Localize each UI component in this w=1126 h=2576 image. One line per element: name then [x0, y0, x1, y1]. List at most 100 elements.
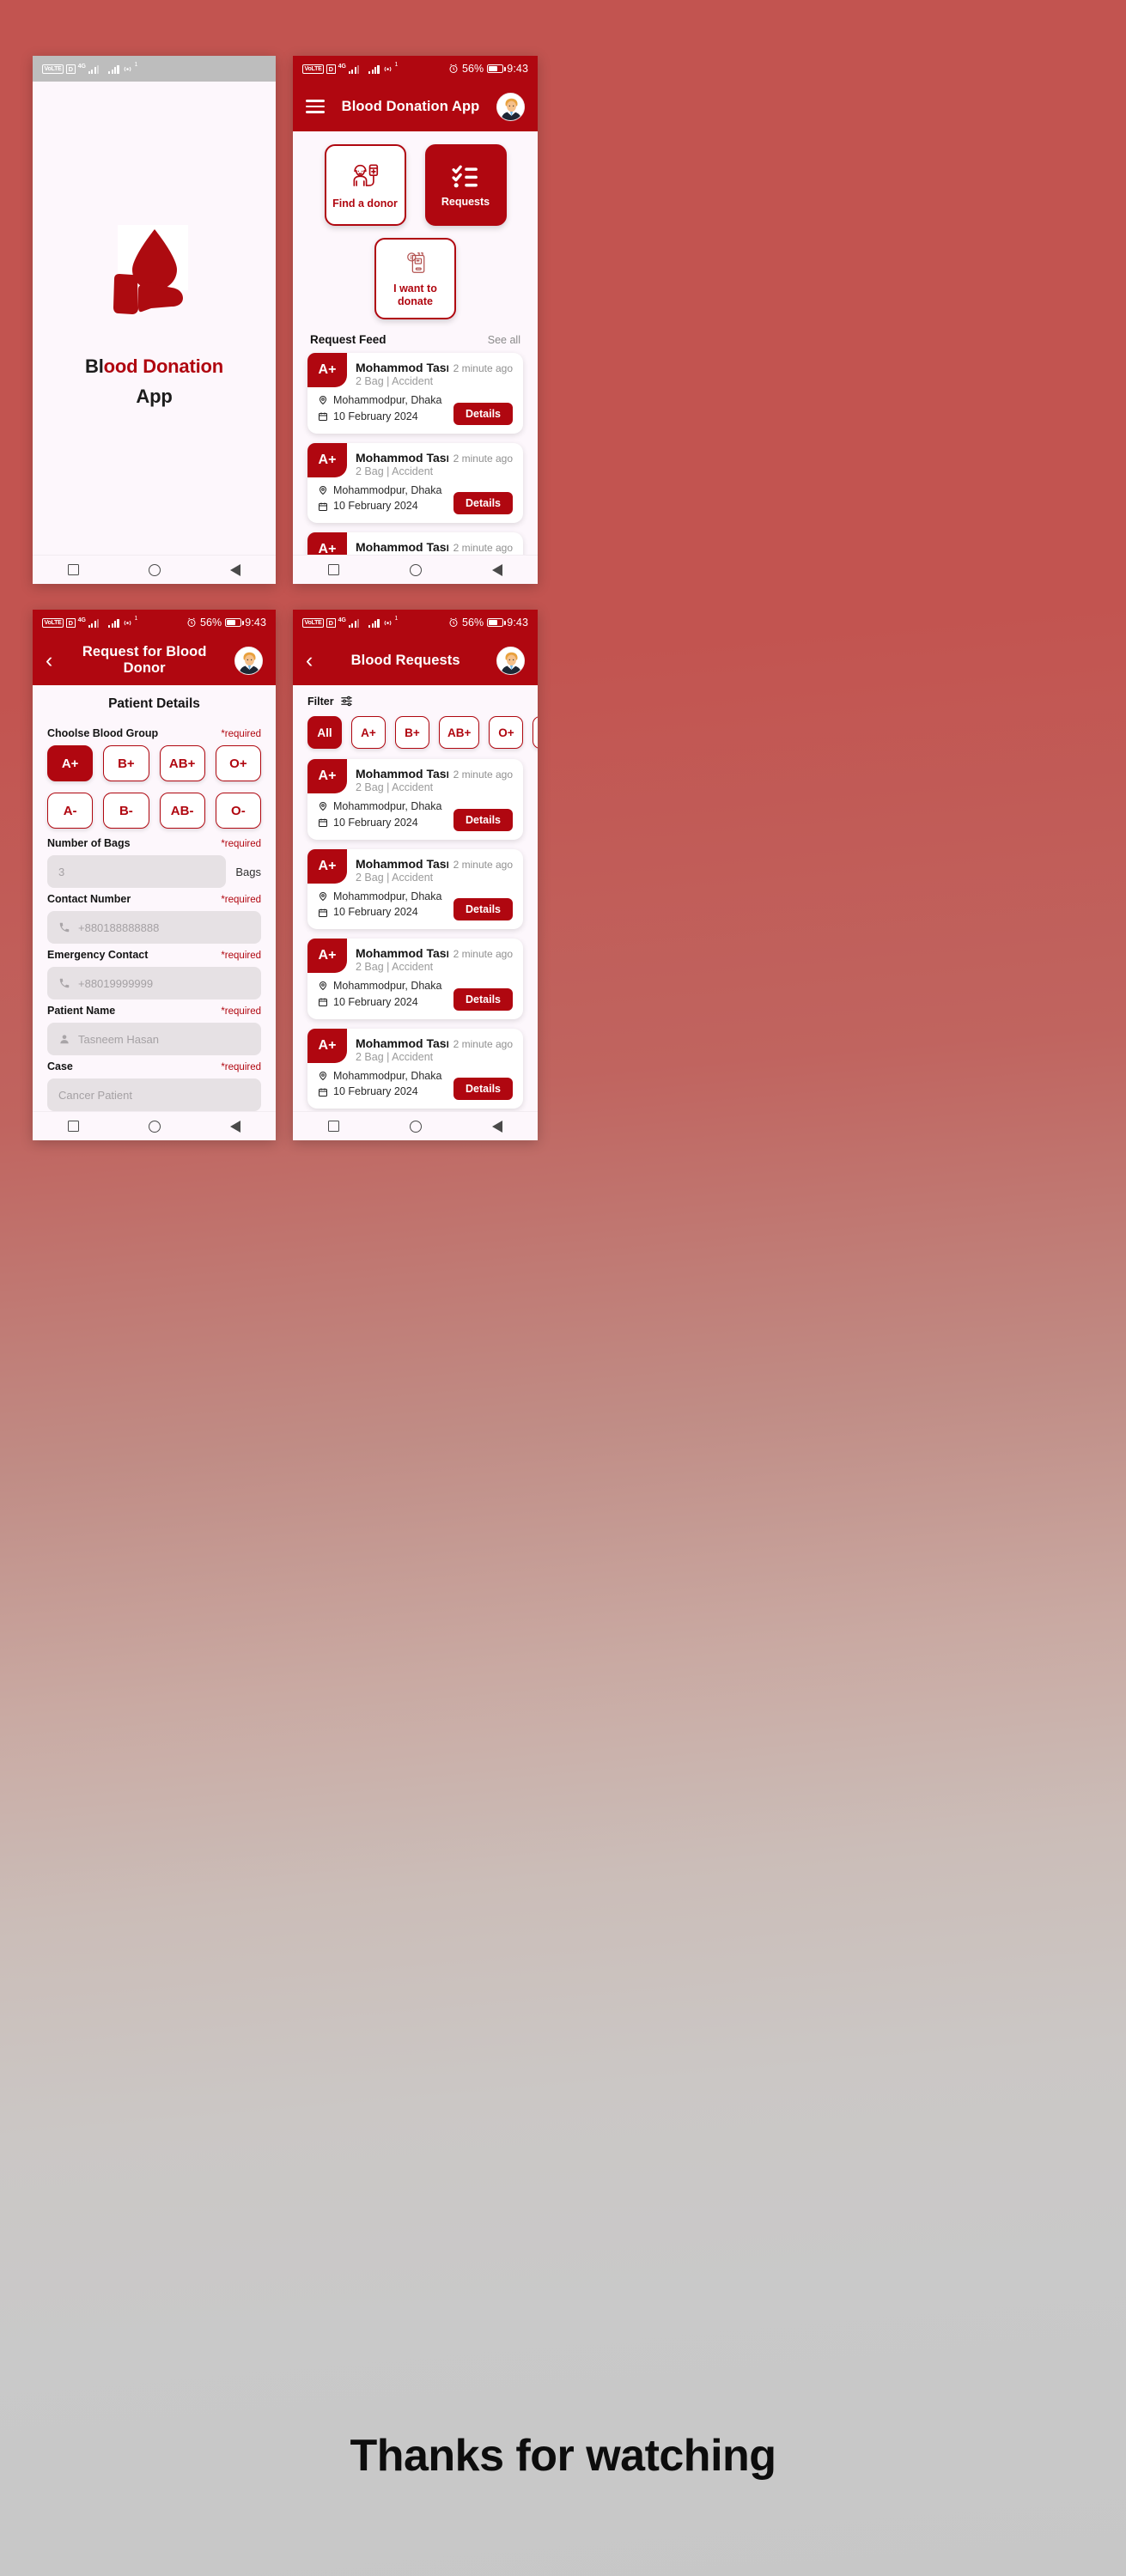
filter-chip-Opos[interactable]: O+ [489, 716, 524, 749]
form-heading: Patient Details [108, 696, 200, 711]
back-chevron-icon[interactable]: ‹ [306, 649, 314, 671]
home-button[interactable] [410, 563, 422, 576]
back-button[interactable] [492, 563, 502, 576]
back-button[interactable] [492, 1120, 502, 1133]
back-chevron-icon[interactable]: ‹ [46, 649, 54, 671]
request-card[interactable]: A+Mohammod Tasn...2 Bag | Accident2 minu… [307, 353, 523, 434]
request-meta-list: Mohammodpur, Dhaka 10 February 2024 [318, 483, 447, 515]
back-button[interactable] [230, 1120, 241, 1133]
filter-chip-Apos[interactable]: A+ [351, 716, 386, 749]
blood-group-required: *required [221, 729, 261, 739]
request-card[interactable]: A+Mohammod Tasn...2 Bag | Accident2 minu… [307, 1028, 523, 1109]
filter-chip-All[interactable]: All [307, 716, 342, 749]
contact-placeholder: +880188888888 [78, 920, 160, 934]
requests-card[interactable]: Requests [424, 144, 507, 226]
request-card-footer: Mohammodpur, Dhaka 10 February 2024 Detail… [307, 392, 513, 425]
hamburger-menu-icon[interactable] [306, 100, 325, 113]
filter-chip-Bpos[interactable]: B+ [395, 716, 429, 749]
back-button[interactable] [230, 563, 241, 576]
case-placeholder: Cancer Patient [58, 1088, 132, 1102]
request-card[interactable]: A+Mohammod Tasn...2 Bag | Accident2 minu… [307, 759, 523, 840]
request-meta-list: Mohammodpur, Dhaka 10 February 2024 [318, 1068, 447, 1101]
bags-input[interactable]: 3 [47, 855, 227, 888]
details-button[interactable]: Details [453, 808, 513, 831]
hotspot-icon [122, 64, 133, 75]
filter-chip-ABpos[interactable]: AB+ [439, 716, 480, 749]
home-button[interactable] [410, 1120, 422, 1133]
blood-group-badge: A+ [307, 848, 347, 884]
filter-header: Filter [293, 685, 538, 708]
find-a-donor-card[interactable]: Find a donor [324, 144, 406, 226]
location-pin-icon [319, 1071, 327, 1081]
location-pin-icon [319, 396, 327, 405]
contact-label: Contact Number [47, 893, 131, 905]
blood-group-chip-Aneg[interactable]: A- [47, 793, 94, 829]
i-want-to-donate-card[interactable]: B I want to donate [374, 238, 456, 319]
request-card-identity: Mohammod Tasn...2 Bag | Accident [347, 451, 448, 477]
details-button[interactable]: Details [453, 492, 513, 514]
recent-apps-button[interactable] [328, 564, 339, 575]
splash-title-part1: Bl [85, 355, 104, 378]
sim-icon: D [66, 617, 76, 628]
user-avatar[interactable] [496, 92, 525, 121]
recent-apps-button[interactable] [67, 564, 79, 575]
request-card-identity: Mohammod Tasn...2 Bag | Accident [347, 946, 448, 973]
blood-group-chip-Apos[interactable]: A+ [47, 745, 94, 781]
details-button[interactable]: Details [453, 987, 513, 1011]
calendar-icon [319, 998, 327, 1007]
app-bar: ‹ Blood Requests [293, 635, 538, 685]
blood-group-chip-Bpos[interactable]: B+ [103, 745, 149, 781]
home-button[interactable] [148, 563, 161, 576]
recent-apps-button[interactable] [67, 1121, 79, 1132]
home-button[interactable] [148, 1120, 161, 1133]
android-nav-bar [293, 555, 538, 584]
user-avatar[interactable] [234, 646, 263, 675]
location-pin-icon [319, 802, 327, 811]
case-label: Case [47, 1060, 73, 1072]
i-want-to-donate-label: I want to donate [393, 283, 437, 307]
blood-group-chip-ABneg[interactable]: AB- [159, 793, 205, 829]
request-date-text: 10 February 2024 [333, 410, 418, 422]
blood-group-chip-Bneg[interactable]: B- [103, 793, 149, 829]
user-avatar[interactable] [496, 646, 525, 675]
patient-name-required: *required [221, 1006, 261, 1017]
phone-splash: VoLTE D 4G 1 Blood Donation App [33, 56, 276, 584]
phone-blood-requests: VoLTE D 4G 1 56% 9:43 ‹ Blood Requests F… [293, 610, 538, 1140]
emergency-contact-input[interactable]: +88019999999 [47, 967, 261, 999]
request-card[interactable]: A+Mohammod Tasn...2 Bag | Accident2 minu… [307, 532, 523, 555]
status-bar-right: 56% 9:43 [448, 617, 528, 629]
hotspot-count: 1 [394, 615, 399, 622]
patient-name-placeholder: Tasneem Hasan [78, 1032, 159, 1046]
details-button[interactable]: Details [453, 898, 513, 920]
alarm-icon [187, 617, 196, 627]
details-button[interactable]: Details [453, 402, 513, 425]
blood-group-chip-Oneg[interactable]: O- [215, 793, 261, 829]
filter-chip-Aneg[interactable]: A- [533, 716, 538, 749]
patient-name-input[interactable]: Tasneem Hasan [47, 1023, 261, 1055]
blood-group-chip-Opos[interactable]: O+ [215, 745, 261, 781]
request-card[interactable]: A+Mohammod Tasn...2 Bag | Accident2 minu… [307, 848, 523, 929]
case-input[interactable]: Cancer Patient [47, 1078, 261, 1111]
contact-number-input[interactable]: +880188888888 [47, 911, 261, 944]
request-location-text: Mohammodpur, Dhaka [333, 483, 442, 496]
sim-icon: D [66, 64, 76, 74]
request-card-header: A+Mohammod Tasn...2 Bag | Accident2 minu… [307, 848, 513, 884]
alarm-icon [449, 64, 458, 73]
requester-name: Mohammod Tasn... [356, 946, 448, 960]
see-all-link[interactable]: See all [488, 334, 520, 346]
patient-name-label-row: Patient Name *required [47, 1005, 261, 1017]
request-card-footer: Mohammodpur, Dhaka 10 February 2024 Detail… [307, 799, 513, 831]
quick-actions-row-1: Find a donor Requests [312, 144, 519, 226]
sim-icon: D [326, 64, 336, 74]
details-button[interactable]: Details [453, 1078, 513, 1100]
case-required: *required [221, 1062, 261, 1072]
recent-apps-button[interactable] [328, 1121, 339, 1132]
quick-actions: Find a donor Requests B I want to donate [293, 131, 538, 323]
calendar-icon [319, 818, 327, 828]
request-date-text: 10 February 2024 [333, 500, 418, 513]
request-card[interactable]: A+Mohammod Tasn...2 Bag | Accident2 minu… [307, 939, 523, 1019]
request-summary: 2 Bag | Accident [356, 961, 434, 973]
request-card[interactable]: A+Mohammod Tasn...2 Bag | Accident2 minu… [307, 442, 523, 523]
blood-group-chip-ABpos[interactable]: AB+ [159, 745, 205, 781]
requester-name: Mohammod Tasn... [356, 1036, 448, 1050]
